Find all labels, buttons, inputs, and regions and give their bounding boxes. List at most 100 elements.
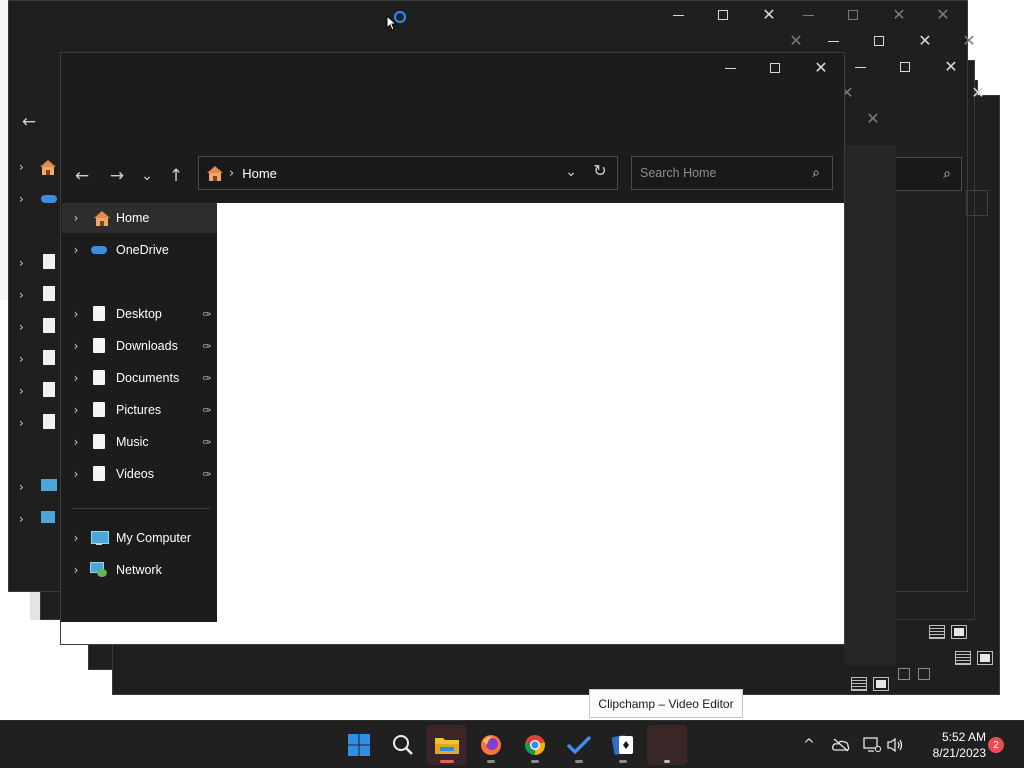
taskbar-microsoft-todo[interactable] xyxy=(559,725,599,765)
expand-chevron-icon[interactable]: › xyxy=(62,307,90,321)
document-icon xyxy=(90,401,108,419)
expand-chevron-icon[interactable]: › xyxy=(62,243,90,257)
maximize-button[interactable] xyxy=(700,1,746,29)
address-bar[interactable]: › Home ⌄ xyxy=(198,156,618,190)
details-view-button[interactable] xyxy=(851,677,867,691)
chevron-right-icon: › xyxy=(19,352,24,366)
nav-item-documents[interactable]: › Documents ✑ xyxy=(62,363,217,393)
solitaire-cards-icon xyxy=(611,735,633,755)
chevron-right-icon: › xyxy=(19,384,24,398)
tiles-view-button[interactable] xyxy=(951,625,967,639)
nav-item-desktop[interactable]: › Desktop ✑ xyxy=(62,299,217,329)
file-list-area[interactable] xyxy=(217,203,844,644)
taskbar-chrome[interactable] xyxy=(515,725,555,765)
back-button[interactable]: ← xyxy=(14,107,44,137)
taskbar: ^ 5:52 AM 8/21/2023 2 xyxy=(0,720,1024,768)
background-panel xyxy=(966,190,988,216)
tiles-view-button[interactable] xyxy=(977,651,993,665)
close-button[interactable]: ✕ xyxy=(876,1,922,29)
start-button[interactable] xyxy=(339,725,379,765)
document-icon xyxy=(90,305,108,323)
chevron-right-icon: › xyxy=(19,288,24,302)
nav-item-network[interactable]: › Network xyxy=(62,555,217,585)
network-icon xyxy=(90,561,108,579)
maximize-button[interactable] xyxy=(830,1,876,29)
navigation-pane: › Home › OneDrive › Desktop ✑ › Download… xyxy=(62,203,217,622)
nav-item-label: Downloads xyxy=(116,339,178,353)
running-indicator xyxy=(619,760,627,763)
chevron-right-icon: › xyxy=(19,256,24,270)
nav-item-music[interactable]: › Music ✑ xyxy=(62,427,217,457)
nav-item-label: OneDrive xyxy=(116,243,169,257)
chevron-right-icon: › xyxy=(19,192,24,206)
chevron-right-icon: › xyxy=(19,160,24,174)
chevron-right-icon: › xyxy=(19,320,24,334)
chevron-right-icon: › xyxy=(19,512,24,526)
background-panel xyxy=(844,145,896,665)
title-bar[interactable]: ✕ xyxy=(61,53,844,149)
maximize-button[interactable] xyxy=(856,27,902,55)
nav-item-videos[interactable]: › Videos ✑ xyxy=(62,459,217,489)
document-icon xyxy=(43,254,55,269)
search-input[interactable]: Search Home ⌕ xyxy=(631,156,833,190)
nav-item-downloads[interactable]: › Downloads ✑ xyxy=(62,331,217,361)
notification-badge[interactable]: 2 xyxy=(988,737,1004,753)
close-button[interactable]: ✕ xyxy=(902,27,948,55)
nav-item-home[interactable]: › Home xyxy=(62,203,217,233)
breadcrumb-home[interactable]: Home xyxy=(242,166,277,181)
details-view-button[interactable] xyxy=(955,651,971,665)
expand-chevron-icon[interactable]: › xyxy=(62,339,90,353)
recent-locations-button[interactable]: ⌄ xyxy=(132,161,162,191)
search-placeholder: Search Home xyxy=(640,166,717,180)
minimize-button[interactable] xyxy=(655,1,701,29)
system-clock[interactable]: 5:52 AM 8/21/2023 xyxy=(914,729,986,761)
show-hidden-icons-button[interactable]: ^ xyxy=(799,735,819,755)
minimize-button[interactable] xyxy=(707,54,753,82)
pin-icon: ✑ xyxy=(202,436,212,449)
maximize-button[interactable] xyxy=(882,53,928,81)
expand-chevron-icon[interactable]: › xyxy=(62,211,90,225)
running-indicator xyxy=(440,760,454,763)
minimize-button[interactable] xyxy=(785,1,831,29)
expand-chevron-icon[interactable]: › xyxy=(62,371,90,385)
close-button[interactable]: ✕ xyxy=(798,54,844,82)
taskbar-clipchamp[interactable] xyxy=(647,725,687,765)
expand-chevron-icon[interactable]: › xyxy=(62,531,90,545)
volume-icon[interactable] xyxy=(885,735,905,755)
close-button[interactable]: ✕ xyxy=(955,79,1001,107)
nav-item-label: Home xyxy=(116,211,150,225)
onedrive-offline-icon[interactable] xyxy=(831,735,851,755)
taskbar-solitaire[interactable] xyxy=(603,725,643,765)
nav-item-label: Pictures xyxy=(116,403,162,417)
close-button[interactable]: ✕ xyxy=(920,1,966,29)
nav-item-onedrive[interactable]: › OneDrive xyxy=(62,235,217,265)
details-view-button[interactable] xyxy=(929,625,945,639)
tiles-view-button[interactable] xyxy=(873,677,889,691)
expand-chevron-icon[interactable]: › xyxy=(62,403,90,417)
folder-icon xyxy=(435,738,459,754)
taskbar-file-explorer[interactable] xyxy=(427,725,467,765)
forward-button[interactable]: → xyxy=(102,161,132,191)
background-nav-strip: › › › › › › › › › › xyxy=(12,150,60,540)
expand-chevron-icon[interactable]: › xyxy=(62,435,90,449)
running-indicator xyxy=(575,760,583,763)
nav-item-pictures[interactable]: › Pictures ✑ xyxy=(62,395,217,425)
minimize-button[interactable] xyxy=(810,27,856,55)
taskbar-firefox[interactable] xyxy=(471,725,511,765)
close-button[interactable]: ✕ xyxy=(946,27,992,55)
mouse-cursor-icon xyxy=(386,10,407,30)
back-button[interactable]: ← xyxy=(67,161,97,191)
address-history-dropdown[interactable]: ⌄ xyxy=(565,164,577,180)
pin-icon: ✑ xyxy=(202,308,212,321)
taskbar-search-button[interactable] xyxy=(383,725,423,765)
close-button[interactable]: ✕ xyxy=(928,53,974,81)
network-status-icon[interactable] xyxy=(862,735,882,755)
maximize-button[interactable] xyxy=(752,54,798,82)
search-icon[interactable]: ⌕ xyxy=(812,165,820,181)
expand-chevron-icon[interactable]: › xyxy=(62,467,90,481)
close-button[interactable]: ✕ xyxy=(850,105,896,133)
refresh-button[interactable]: ↻ xyxy=(587,161,613,185)
nav-item-my-computer[interactable]: › My Computer xyxy=(62,523,217,553)
expand-chevron-icon[interactable]: › xyxy=(62,563,90,577)
up-button[interactable]: ↑ xyxy=(161,161,191,191)
